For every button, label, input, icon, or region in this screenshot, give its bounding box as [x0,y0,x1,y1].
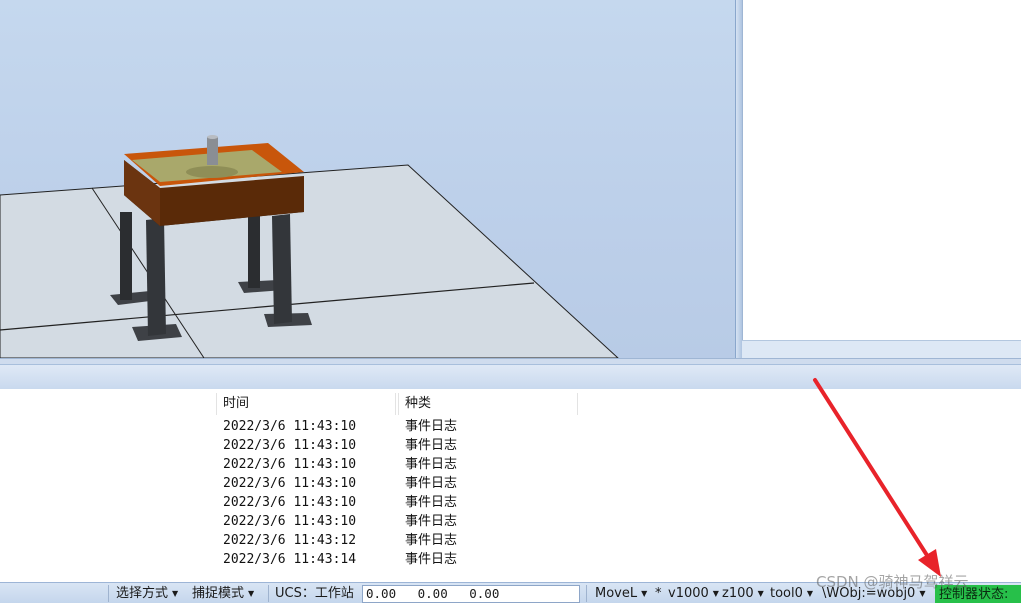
output-panel-header [0,364,1021,390]
event-row[interactable]: 2022/3/6 11:43:10 事件日志 [223,417,457,436]
caret-down-icon: ▼ [641,589,648,598]
event-kind: 事件日志 [405,419,458,434]
event-time: 2022/3/6 11:43:14 [223,552,357,567]
event-kind: 事件日志 [405,495,458,510]
event-kind: 事件日志 [405,476,458,491]
snap-mode-label: 捕捉模式 [192,586,245,601]
zone-label: z100 [722,586,754,601]
star-indicator[interactable]: * [655,583,662,603]
event-time: 2022/3/6 11:43:10 [223,419,357,434]
station-scene [0,135,619,358]
caret-down-icon: ▼ [248,589,255,598]
status-separator [268,585,269,602]
caret-down-icon: ▼ [172,589,179,598]
caret-down-icon: ▼ [806,589,814,598]
viewport-border [735,0,742,358]
floor-plane [0,164,619,358]
event-time: 2022/3/6 11:43:12 [223,533,357,548]
table-leg [248,210,260,288]
fixture-pin-top [207,135,218,139]
caret-down-icon: ▼ [712,589,719,598]
event-row[interactable]: 2022/3/6 11:43:10 事件日志 [223,436,457,455]
move-type-label: MoveL [595,586,638,601]
fixture-pin [207,137,218,165]
speed-label: v1000 [668,586,709,601]
status-separator [586,585,587,602]
event-log-list: 2022/3/6 11:43:10 事件日志 2022/3/6 11:43:10 事… [223,417,457,569]
event-time: 2022/3/6 11:43:10 [223,514,357,529]
event-row[interactable]: 2022/3/6 11:43:14 事件日志 [223,550,457,569]
tool-dropdown[interactable]: tool0 ▼ [770,583,813,603]
fixture-hole [186,166,238,178]
ucs-label: UCS：工作站 [275,586,354,601]
selection-mode-dropdown[interactable]: 选择方式 ▼ [116,583,178,603]
status-separator [108,585,109,602]
caret-down-icon: ▼ [757,589,764,598]
zone-dropdown[interactable]: z100 ▼ [722,583,764,603]
event-row[interactable]: 2022/3/6 11:43:10 事件日志 [223,493,457,512]
event-kind: 事件日志 [405,514,458,529]
event-time: 2022/3/6 11:43:10 [223,476,357,491]
tool-label: tool0 [770,586,803,601]
event-kind: 事件日志 [405,438,458,453]
right-panel-footer [742,340,1021,359]
event-time: 2022/3/6 11:43:10 [223,495,357,510]
table-leg [146,218,166,336]
event-log-panel: 时间 种类 2022/3/6 11:43:10 事件日志 2022/3/6 11:… [0,389,1021,582]
event-row[interactable]: 2022/3/6 11:43:10 事件日志 [223,474,457,493]
event-kind: 事件日志 [405,552,458,567]
star-label: * [655,586,662,601]
event-kind: 事件日志 [405,533,458,548]
3d-viewport[interactable] [0,0,735,358]
event-time: 2022/3/6 11:43:10 [223,438,357,453]
event-kind: 事件日志 [405,457,458,472]
right-side-panel [742,0,1021,340]
selection-mode-label: 选择方式 [116,586,169,601]
event-time: 2022/3/6 11:43:10 [223,457,357,472]
column-header-kind[interactable]: 种类 [398,393,578,415]
speed-dropdown[interactable]: v1000 ▼ [668,583,719,603]
robotstudio-window: 时间 种类 2022/3/6 11:43:10 事件日志 2022/3/6 11:… [0,0,1021,603]
watermark: CSDN @骑神马驾祥云 [816,573,969,591]
column-header-time[interactable]: 时间 [216,393,396,415]
event-row[interactable]: 2022/3/6 11:43:10 事件日志 [223,455,457,474]
table-leg [120,212,132,300]
event-row[interactable]: 2022/3/6 11:43:12 事件日志 [223,531,457,550]
table-leg [272,214,292,324]
event-row[interactable]: 2022/3/6 11:43:10 事件日志 [223,512,457,531]
coordinates-display: 0.00 0.00 0.00 [362,585,580,603]
snap-mode-dropdown[interactable]: 捕捉模式 ▼ [192,583,254,603]
move-type-dropdown[interactable]: MoveL ▼ [595,583,647,603]
